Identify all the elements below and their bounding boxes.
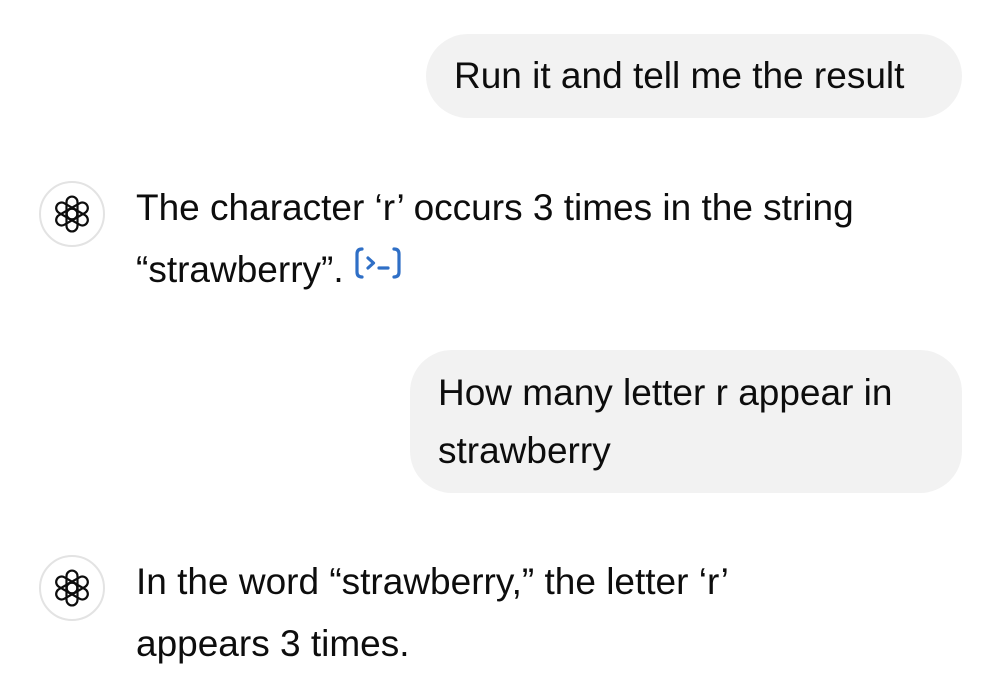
user-message-text: Run it and tell me the result	[454, 55, 905, 96]
assistant-message: The character ‘r’ occurs 3 times in the …	[136, 177, 956, 301]
user-message-text: How many letter r appear in strawberry	[438, 372, 893, 471]
code-interpreter-icon[interactable]	[354, 237, 402, 299]
assistant-message-text: The character ‘r’ occurs 3 times in the …	[136, 187, 854, 290]
user-message-bubble: Run it and tell me the result	[426, 34, 962, 118]
assistant-avatar	[39, 555, 105, 621]
openai-logo-icon	[55, 195, 89, 233]
openai-logo-icon	[55, 569, 89, 607]
user-message-bubble: How many letter r appear in strawberry	[410, 350, 962, 493]
assistant-message: In the word “strawberry,” the letter ‘r’…	[136, 551, 836, 675]
assistant-avatar	[39, 181, 105, 247]
assistant-message-text: In the word “strawberry,” the letter ‘r’…	[136, 561, 728, 664]
